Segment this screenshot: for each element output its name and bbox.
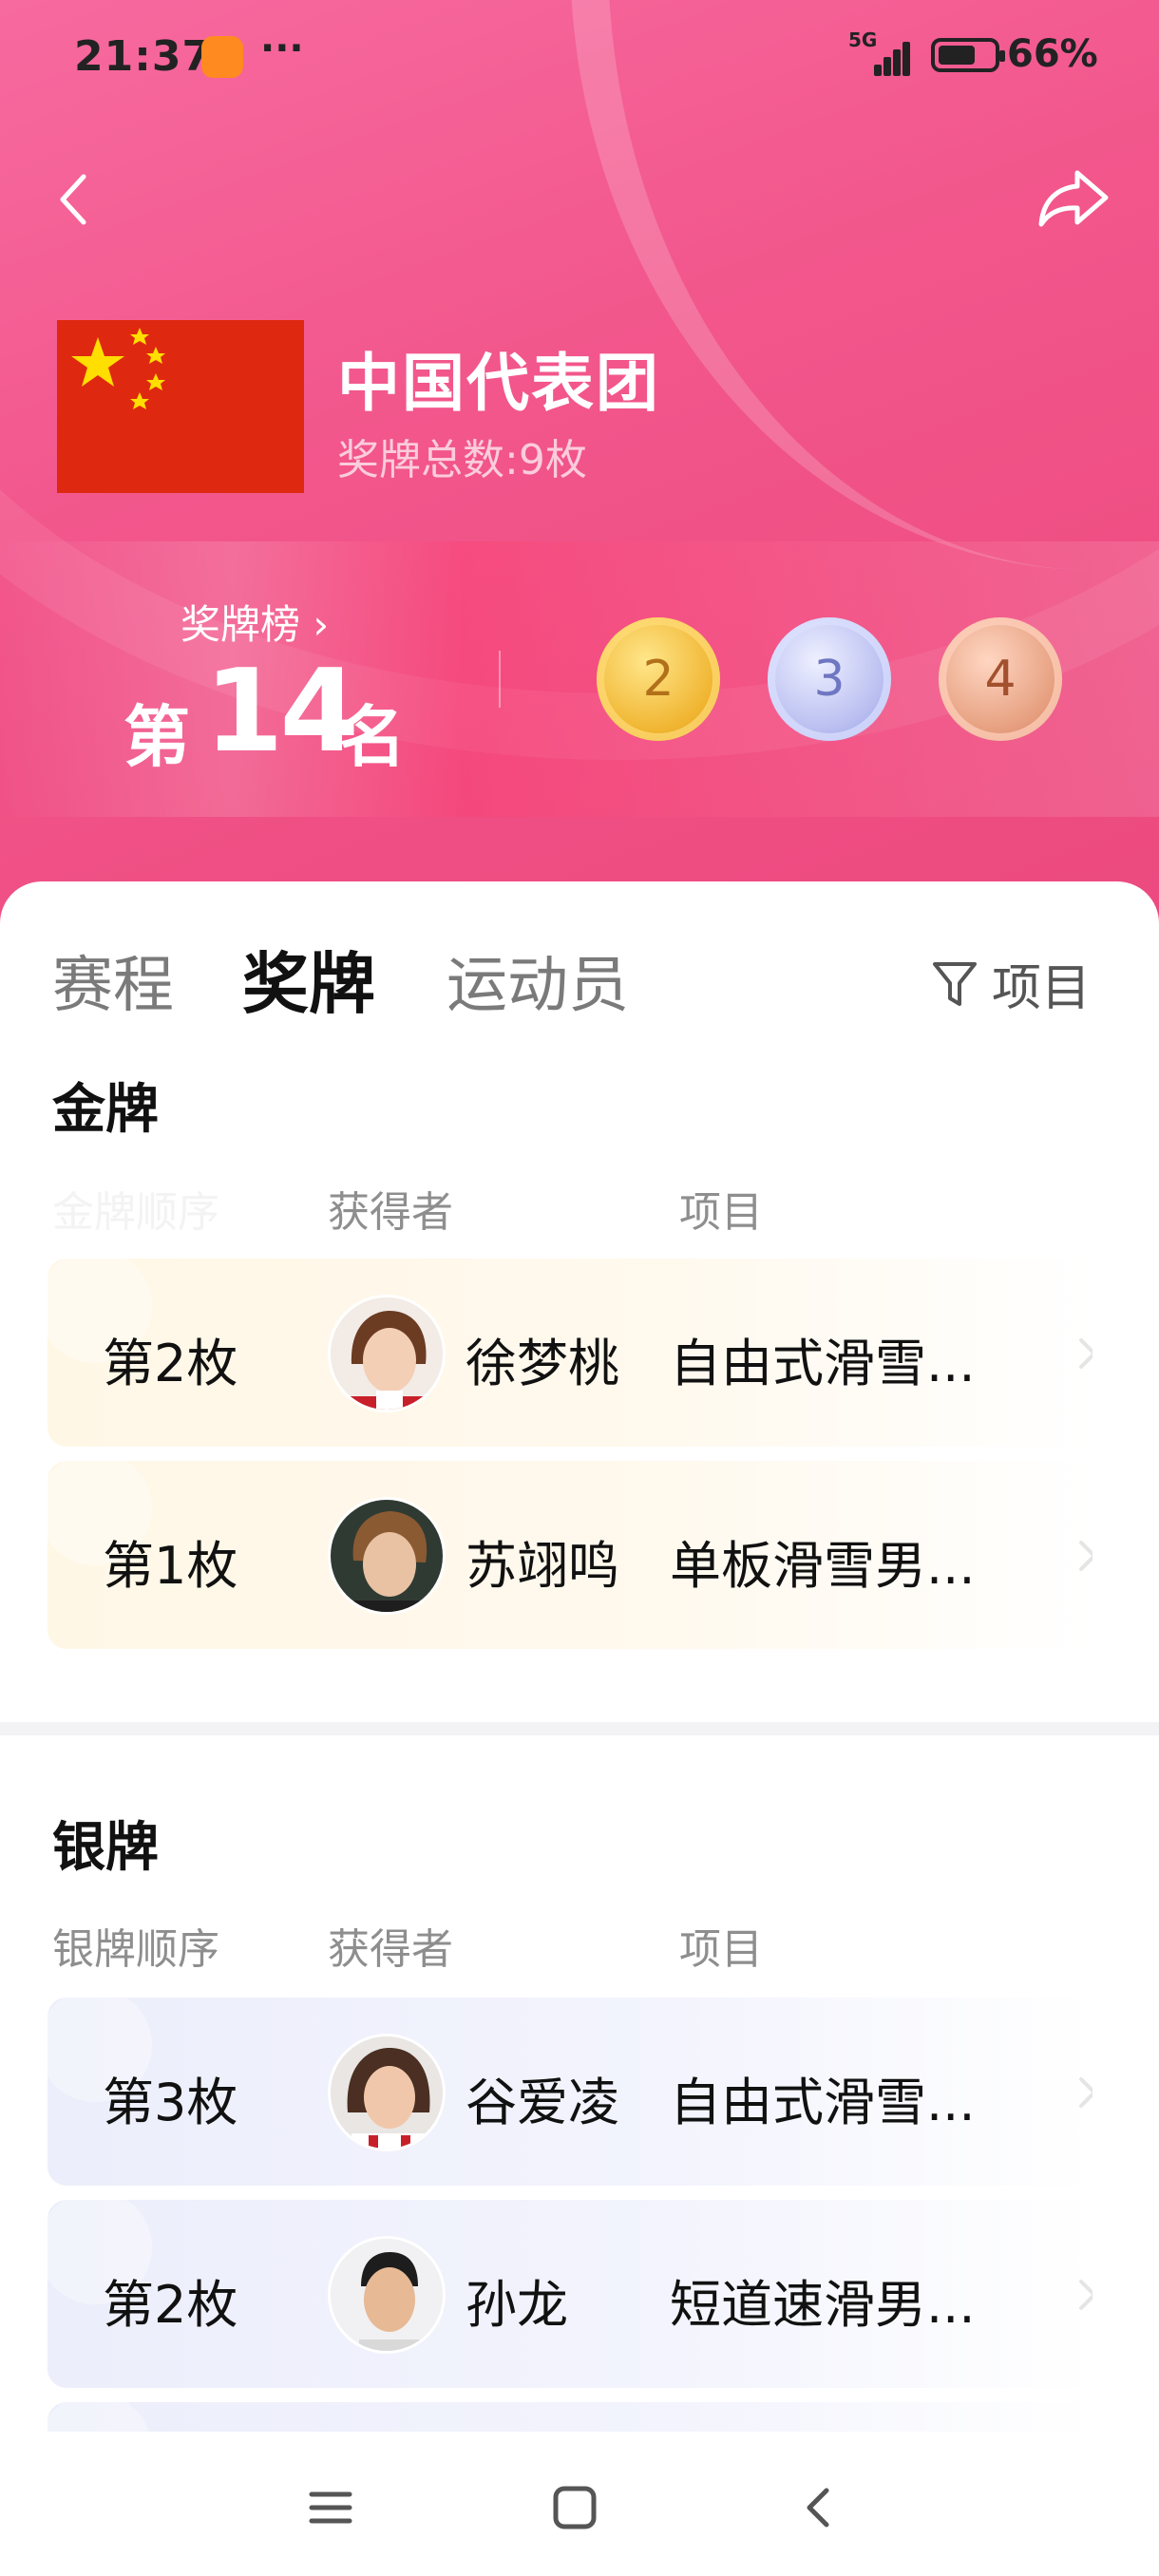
tab-bar: 赛程 奖牌 运动员 项目 bbox=[0, 881, 1159, 1024]
status-bar: 21:37 ··· 5G 66% bbox=[0, 0, 1159, 114]
medal-table-link[interactable]: 奖牌榜 › bbox=[180, 593, 329, 651]
home-button[interactable] bbox=[546, 2479, 603, 2536]
rank-prefix: 第 bbox=[124, 698, 190, 776]
flag-icon bbox=[57, 320, 304, 493]
avatar bbox=[328, 2236, 446, 2354]
table-row[interactable]: 第1枚 苏翊鸣 单板滑雪男... bbox=[48, 1461, 1092, 1649]
divider bbox=[499, 651, 501, 708]
notification-app-icon bbox=[201, 36, 243, 78]
column-event: 项目 bbox=[679, 1925, 763, 1974]
event-name: 单板滑雪男... bbox=[670, 1536, 976, 1596]
silver-section-title: 银牌 bbox=[52, 1817, 159, 1879]
column-order: 金牌顺序 bbox=[52, 1188, 219, 1237]
rank-number: 14 bbox=[204, 646, 359, 778]
gold-section-title: 金牌 bbox=[52, 1079, 159, 1141]
chevron-right-icon bbox=[1079, 1338, 1092, 1369]
medal-total: 奖牌总数:9枚 bbox=[337, 436, 587, 484]
battery-percent: 66% bbox=[1007, 32, 1098, 76]
winner-name: 孙龙 bbox=[466, 2275, 568, 2335]
share-icon bbox=[1038, 170, 1109, 227]
medal-order: 第2枚 bbox=[103, 2275, 238, 2335]
network-type: 5G bbox=[848, 28, 878, 51]
event-name: 短道速滑男... bbox=[670, 2275, 976, 2335]
chevron-left-icon bbox=[60, 174, 86, 225]
system-back-button[interactable] bbox=[790, 2479, 847, 2536]
tab-schedule[interactable]: 赛程 bbox=[52, 937, 174, 1024]
section-divider bbox=[0, 1722, 1159, 1735]
event-filter-button[interactable]: 项目 bbox=[931, 948, 1091, 1019]
filter-label: 项目 bbox=[992, 960, 1092, 1017]
tab-medals[interactable]: 奖牌 bbox=[242, 931, 375, 1027]
table-row[interactable]: 第2枚 徐梦桃 自由式滑雪... bbox=[48, 1259, 1092, 1447]
chevron-right-icon bbox=[1079, 2077, 1092, 2108]
table-row[interactable]: 第2枚 孙龙 短道速滑男... bbox=[48, 2200, 1092, 2388]
back-button[interactable] bbox=[48, 171, 104, 228]
battery-icon bbox=[931, 38, 1005, 72]
chevron-right-icon: › bbox=[313, 601, 330, 648]
filter-icon bbox=[933, 961, 977, 1006]
avatar bbox=[328, 1497, 446, 1615]
medal-order: 第3枚 bbox=[103, 2073, 238, 2132]
winner-name: 徐梦桃 bbox=[466, 1334, 619, 1393]
column-order: 银牌顺序 bbox=[52, 1925, 219, 1974]
winner-name: 苏翊鸣 bbox=[466, 1536, 619, 1596]
status-time: 21:37 bbox=[74, 32, 213, 81]
signal-icon bbox=[874, 38, 912, 76]
winner-name: 谷爱凌 bbox=[466, 2073, 619, 2132]
chevron-right-icon bbox=[1079, 2280, 1092, 2310]
menu-icon bbox=[309, 2491, 352, 2524]
chevron-left-icon bbox=[807, 2488, 829, 2528]
page: 21:37 ··· 5G 66% 中国代表团 奖牌总数:9枚 奖牌榜 › 第 1… bbox=[0, 0, 1159, 2576]
column-winner: 获得者 bbox=[328, 1925, 453, 1974]
share-button[interactable] bbox=[1036, 165, 1112, 232]
column-event: 项目 bbox=[679, 1188, 763, 1237]
system-nav-bar bbox=[0, 2432, 1159, 2576]
medal-table-label: 奖牌榜 bbox=[180, 601, 301, 648]
tab-athletes[interactable]: 运动员 bbox=[446, 937, 629, 1024]
column-winner: 获得者 bbox=[328, 1188, 453, 1237]
recent-apps-button[interactable] bbox=[302, 2479, 359, 2536]
medal-order: 第2枚 bbox=[103, 1334, 238, 1393]
silver-medal-count: 3 bbox=[768, 617, 891, 741]
gold-medal-count: 2 bbox=[597, 617, 720, 741]
avatar bbox=[328, 1295, 446, 1412]
medal-content: 赛程 奖牌 运动员 项目 金牌 金牌顺序 获得者 项目 第2枚 徐梦桃 自由式滑… bbox=[0, 881, 1159, 2459]
medal-order: 第1枚 bbox=[103, 1536, 238, 1596]
more-notifications-icon: ··· bbox=[260, 27, 304, 70]
chevron-right-icon bbox=[1079, 1541, 1092, 1571]
square-icon bbox=[553, 2486, 597, 2529]
rank-suffix: 名 bbox=[339, 698, 406, 776]
table-row[interactable]: 第3枚 谷爱凌 自由式滑雪... bbox=[48, 1998, 1092, 2186]
event-name: 自由式滑雪... bbox=[670, 2073, 976, 2132]
team-name: 中国代表团 bbox=[337, 347, 660, 420]
team-hero: 21:37 ··· 5G 66% 中国代表团 奖牌总数:9枚 奖牌榜 › 第 1… bbox=[0, 0, 1159, 931]
avatar bbox=[328, 2034, 446, 2151]
event-name: 自由式滑雪... bbox=[670, 1334, 976, 1393]
bronze-medal-count: 4 bbox=[939, 617, 1062, 741]
